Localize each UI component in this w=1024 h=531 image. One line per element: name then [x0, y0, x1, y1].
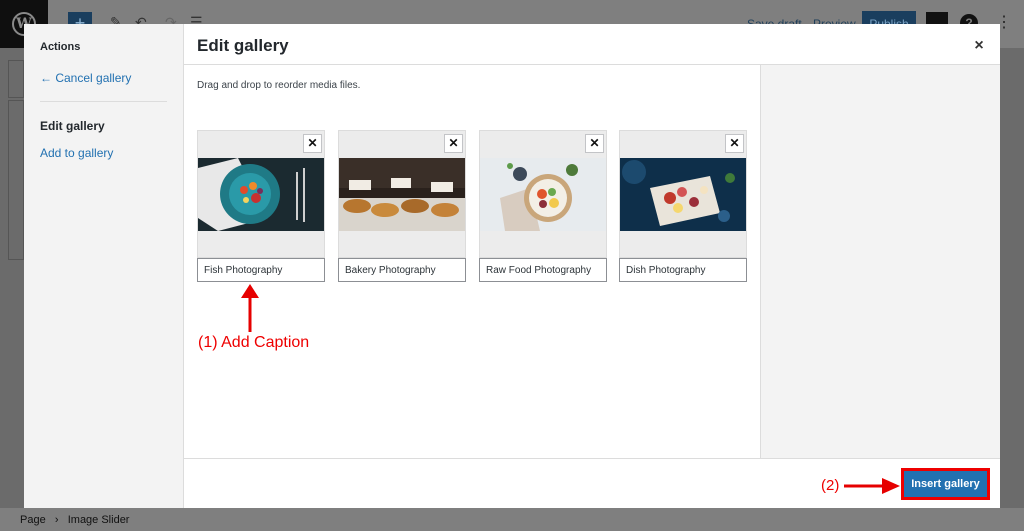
dish-photo-thumbnail — [620, 158, 746, 231]
caption-input[interactable] — [338, 258, 466, 282]
footer-divider — [184, 458, 1000, 459]
remove-image-icon[interactable]: ✕ — [725, 134, 744, 153]
modal-title: Edit gallery — [197, 36, 289, 55]
editor-footer — [0, 508, 1024, 531]
gallery-item[interactable]: ✕ — [197, 130, 325, 258]
gallery-item[interactable]: ✕ — [619, 130, 747, 258]
gallery-item[interactable]: ✕ — [338, 130, 466, 258]
edit-gallery-menu-item[interactable]: Edit gallery — [40, 119, 105, 133]
cancel-gallery-link[interactable]: ← Cancel gallery — [40, 71, 131, 85]
fish-photo-thumbnail — [198, 158, 324, 231]
remove-image-icon[interactable]: ✕ — [585, 134, 604, 153]
edit-gallery-modal: Actions ← Cancel gallery Edit gallery Ad… — [24, 24, 1000, 508]
red-arrow-up-icon — [241, 284, 259, 332]
breadcrumb-block: Image Slider — [67, 514, 130, 526]
bakery-photo-thumbnail — [339, 158, 465, 231]
red-arrow-right-icon — [844, 478, 900, 494]
raw-food-photo-thumbnail — [480, 158, 606, 231]
breadcrumb: Page › Image Slider — [20, 514, 129, 526]
step2-annotation: (2) — [821, 477, 840, 494]
reorder-hint: Drag and drop to reorder media files. — [197, 80, 361, 91]
caption-input[interactable] — [197, 258, 325, 282]
caption-input[interactable] — [619, 258, 747, 282]
add-caption-annotation: (1) Add Caption — [198, 334, 310, 351]
insert-gallery-button[interactable]: Insert gallery — [904, 471, 987, 497]
remove-image-icon[interactable]: ✕ — [444, 134, 463, 153]
modal-sidebar: Actions ← Cancel gallery Edit gallery Ad… — [24, 24, 184, 508]
breadcrumb-separator: › — [54, 514, 59, 526]
editor-block-outline — [8, 60, 24, 98]
close-icon[interactable]: × — [969, 36, 989, 56]
attachment-details-panel — [760, 65, 1000, 458]
gallery-item[interactable]: ✕ — [479, 130, 607, 258]
remove-image-icon[interactable]: ✕ — [303, 134, 322, 153]
caption-input[interactable] — [479, 258, 607, 282]
add-to-gallery-link[interactable]: Add to gallery — [40, 146, 113, 160]
sidebar-divider — [40, 101, 167, 102]
actions-heading: Actions — [40, 41, 81, 53]
editor-block-outline — [8, 100, 24, 260]
breadcrumb-page: Page — [20, 514, 46, 526]
